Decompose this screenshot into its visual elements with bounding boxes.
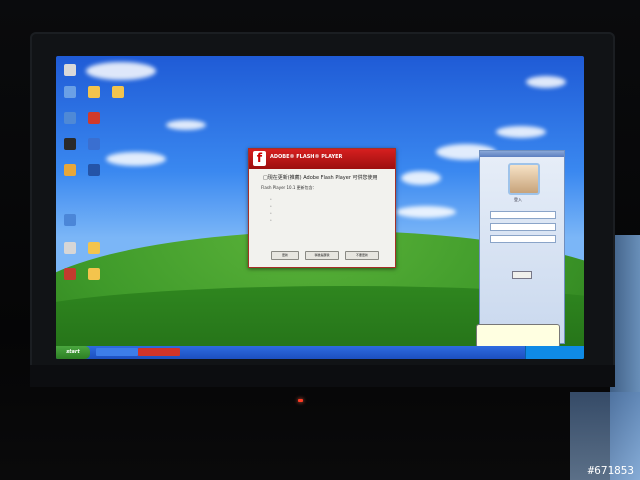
- taskbar-item[interactable]: [138, 348, 180, 356]
- cloud: [396, 206, 456, 218]
- dialog-subtitle: Flash Player 10.1 更新包含：: [261, 185, 317, 190]
- dont-update-button[interactable]: 不要更新: [345, 251, 379, 260]
- avatar: [508, 163, 540, 195]
- system-tray: [525, 346, 584, 359]
- monitor-screen: f ADOBE® FLASH® PLAYER □現在更新(推薦) Adobe F…: [56, 56, 584, 359]
- folder-icon[interactable]: [88, 86, 100, 98]
- watermark: #671853: [587, 464, 634, 477]
- flash-logo-icon: f: [253, 151, 266, 166]
- start-button[interactable]: start: [56, 346, 90, 359]
- cloud: [166, 120, 206, 130]
- notification-balloon[interactable]: [476, 324, 560, 348]
- dialog-header-text: ADOBE® FLASH® PLAYER: [270, 154, 343, 160]
- my-documents-icon[interactable]: [64, 64, 76, 76]
- monitor-bezel-bottom: [30, 365, 615, 387]
- cloud: [496, 126, 546, 138]
- email-field[interactable]: [490, 211, 556, 219]
- power-led: [298, 399, 303, 402]
- password-field[interactable]: [490, 223, 556, 231]
- app-icon[interactable]: [64, 214, 76, 226]
- app-icon[interactable]: [64, 164, 76, 176]
- app-icon[interactable]: [88, 164, 100, 176]
- messenger-login-window: 登入: [479, 150, 565, 344]
- login-title: 登入: [514, 197, 522, 202]
- folder-icon[interactable]: [112, 86, 124, 98]
- dialog-title: □現在更新(推薦) Adobe Flash Player 可供您使用: [263, 175, 378, 181]
- app-icon[interactable]: [64, 138, 76, 150]
- cloud: [401, 171, 441, 185]
- taskbar-item[interactable]: [96, 348, 138, 356]
- app-icon[interactable]: [88, 112, 100, 124]
- sign-in-button[interactable]: [512, 271, 532, 279]
- update-button[interactable]: 更新: [271, 251, 299, 260]
- network-icon[interactable]: [64, 112, 76, 124]
- cloud: [526, 76, 566, 88]
- login-title-bar: [480, 151, 564, 157]
- folder-icon[interactable]: [88, 268, 100, 280]
- cloud: [86, 62, 156, 80]
- app-icon[interactable]: [88, 138, 100, 150]
- my-computer-icon[interactable]: [64, 86, 76, 98]
- flash-update-dialog: f ADOBE® FLASH® PLAYER □現在更新(推薦) Adobe F…: [248, 148, 396, 268]
- status-select[interactable]: [490, 235, 556, 243]
- recycle-bin-icon[interactable]: [64, 242, 76, 254]
- cloud: [106, 152, 166, 166]
- folder-icon[interactable]: [88, 242, 100, 254]
- taskbar: start: [56, 346, 584, 359]
- app-icon[interactable]: [64, 268, 76, 280]
- dialog-header: f ADOBE® FLASH® PLAYER: [249, 149, 395, 169]
- remind-later-button[interactable]: 稍後提醒我: [305, 251, 339, 260]
